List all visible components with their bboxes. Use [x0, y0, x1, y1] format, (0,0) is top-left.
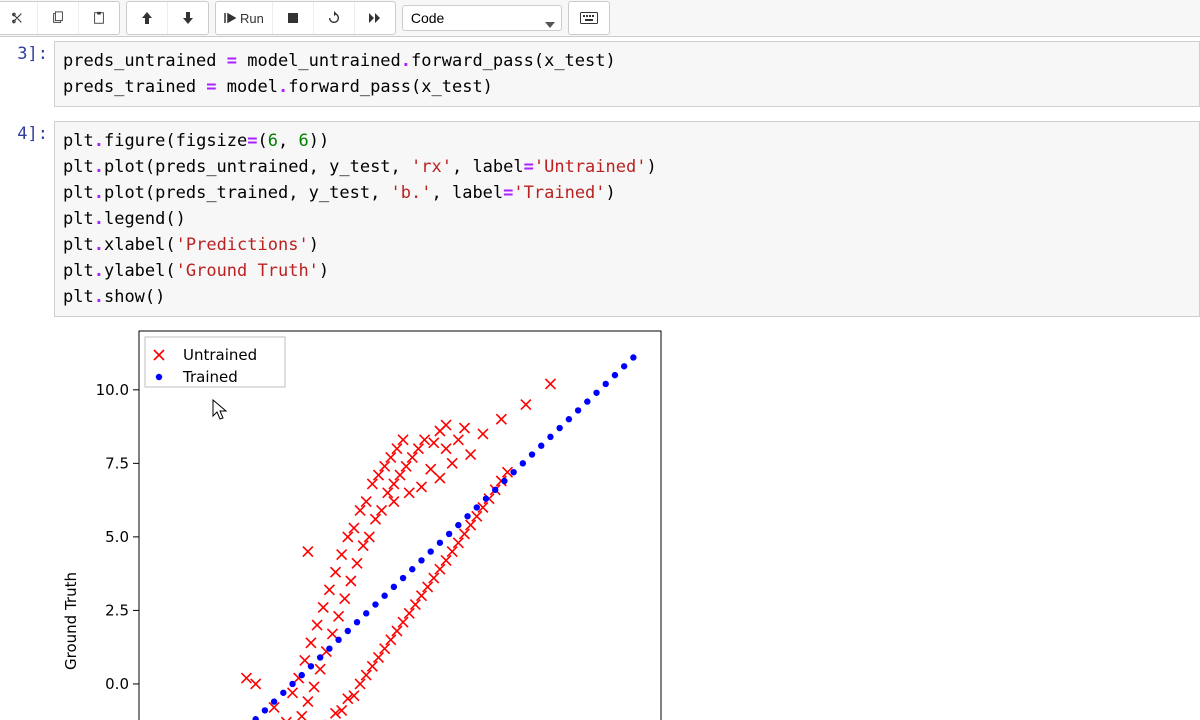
- svg-text:0.0: 0.0: [105, 675, 129, 693]
- move-up-button[interactable]: [127, 2, 168, 34]
- svg-text:7.5: 7.5: [105, 454, 129, 472]
- cell-3-prompt: 3]:: [0, 41, 54, 107]
- svg-text:2.5: 2.5: [105, 601, 129, 619]
- svg-text:Trained: Trained: [182, 368, 238, 386]
- cell-3: 3]: preds_untrained = model_untrained.fo…: [0, 41, 1200, 107]
- copy-icon: [51, 11, 65, 25]
- svg-text:Untrained: Untrained: [183, 346, 257, 364]
- move-down-button[interactable]: [168, 2, 208, 34]
- toolbar: Run Code: [0, 0, 1200, 37]
- cell-3-code[interactable]: preds_untrained = model_untrained.forwar…: [54, 41, 1200, 107]
- celltype-value: Code: [411, 10, 444, 26]
- interrupt-button[interactable]: [273, 2, 314, 34]
- svg-text:5.0: 5.0: [105, 528, 129, 546]
- copy-button[interactable]: [38, 2, 79, 34]
- run-group: Run: [215, 1, 396, 35]
- run-icon: [224, 12, 236, 24]
- svg-text:10.0: 10.0: [96, 381, 129, 399]
- cell-4: 4]: plt.figure(figsize=(6, 6)) plt.plot(…: [0, 121, 1200, 317]
- scissors-icon: [10, 11, 24, 25]
- cut-button[interactable]: [0, 2, 38, 34]
- restart-icon: [327, 11, 341, 25]
- run-button[interactable]: Run: [216, 2, 273, 34]
- fast-forward-icon: [368, 12, 382, 24]
- cell-4-prompt: 4]:: [0, 121, 54, 317]
- cell-4-code[interactable]: plt.figure(figsize=(6, 6)) plt.plot(pred…: [54, 121, 1200, 317]
- cell-4-output: -2.50.02.55.07.510.0Ground TruthUntraine…: [54, 321, 1200, 720]
- move-group: [126, 1, 209, 35]
- command-palette-group: [568, 1, 610, 35]
- arrow-down-icon: [182, 11, 194, 25]
- paste-icon: [92, 11, 106, 25]
- stop-icon: [287, 12, 299, 24]
- clipboard-group: [0, 1, 120, 35]
- celltype-select[interactable]: Code: [402, 5, 562, 31]
- run-label: Run: [240, 11, 264, 26]
- command-palette-button[interactable]: [569, 2, 609, 34]
- keyboard-icon: [580, 12, 598, 24]
- chevron-down-icon: [545, 15, 555, 31]
- svg-text:Ground Truth: Ground Truth: [62, 572, 80, 670]
- restart-run-all-button[interactable]: [355, 2, 395, 34]
- restart-button[interactable]: [314, 2, 355, 34]
- arrow-up-icon: [141, 11, 153, 25]
- scatter-plot: -2.50.02.55.07.510.0Ground TruthUntraine…: [54, 321, 714, 720]
- paste-button[interactable]: [79, 2, 119, 34]
